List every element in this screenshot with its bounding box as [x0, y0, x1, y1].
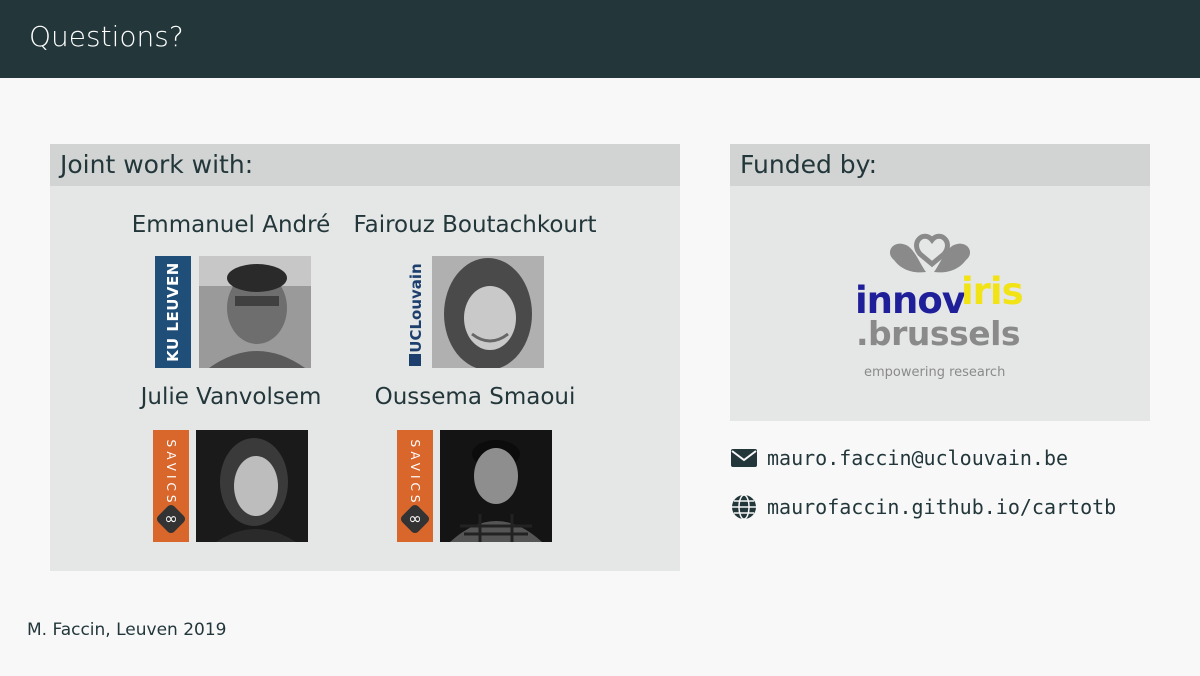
person-name: Emmanuel André: [131, 212, 331, 238]
email-link[interactable]: mauro.faccin@uclouvain.be: [767, 446, 1068, 470]
innoviris-logo-brussels: .brussels: [856, 314, 1021, 353]
ku-leuven-logo: KU LEUVEN: [151, 256, 191, 368]
uclouvain-logo-text: UCLouvain: [407, 262, 425, 353]
person-photo: [196, 430, 308, 542]
innoviris-tagline: empowering research: [864, 365, 1006, 380]
ku-leuven-logo-text: KU LEUVEN: [164, 262, 182, 362]
slide-title: Questions?: [29, 20, 184, 53]
uclouvain-logo: UCLouvain: [404, 256, 428, 368]
joint-work-block: Joint work with:: [50, 144, 680, 571]
slide-footer: M. Faccin, Leuven 2019: [27, 620, 227, 640]
website-link[interactable]: maurofaccin.github.io/cartotb: [767, 495, 1116, 519]
savics-logo-text: SAVICS: [164, 439, 178, 507]
person-photo: [432, 256, 544, 368]
savics-logo-text: SAVICS: [408, 439, 422, 507]
person-name: Fairouz Boutachkourt: [353, 212, 597, 238]
person-photo: [199, 256, 311, 368]
funded-by-heading: Funded by:: [730, 144, 1150, 186]
joint-work-heading: Joint work with:: [50, 144, 680, 186]
person-name: Oussema Smaoui: [374, 384, 576, 410]
envelope-icon: [731, 449, 757, 467]
savics-logo: SAVICS ∞: [397, 430, 433, 542]
globe-icon: [732, 494, 756, 520]
person-photo: [440, 430, 552, 542]
innoviris-logo-iris: iris: [961, 270, 1024, 313]
savics-logo: SAVICS ∞: [153, 430, 189, 542]
person-name: Julie Vanvolsem: [140, 384, 322, 410]
slide-header: Questions?: [0, 0, 1200, 78]
